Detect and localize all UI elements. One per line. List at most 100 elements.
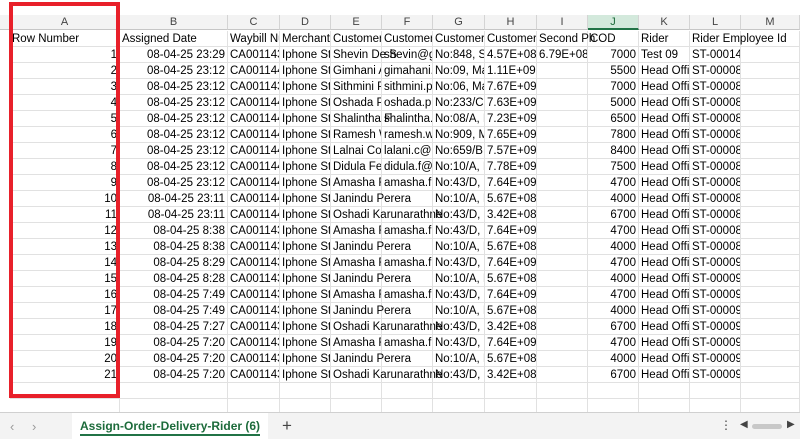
empty-cell[interactable] <box>588 383 639 399</box>
table-cell[interactable]: Amasha F <box>331 175 382 191</box>
table-cell[interactable]: Iphone Sto <box>280 287 331 303</box>
table-cell[interactable]: No:43/D, N <box>433 287 485 303</box>
table-cell[interactable]: CA001143 <box>228 223 280 239</box>
table-cell[interactable]: CA001144 <box>228 63 280 79</box>
table-cell[interactable] <box>537 207 588 223</box>
table-cell[interactable] <box>741 111 800 127</box>
table-cell[interactable]: ramesh.w <box>382 127 433 143</box>
table-cell[interactable]: sithmini.p <box>382 79 433 95</box>
table-cell[interactable]: 08-04-25 23:11 <box>120 191 228 207</box>
table-cell[interactable]: 16 <box>10 287 120 303</box>
table-cell[interactable]: 08-04-25 7:20 <box>120 351 228 367</box>
header-cell-m[interactable] <box>741 31 800 47</box>
table-cell[interactable] <box>741 319 800 335</box>
table-cell[interactable]: ST-00008 <box>690 191 741 207</box>
table-cell[interactable]: 9 <box>10 175 120 191</box>
empty-cell[interactable] <box>280 383 331 399</box>
table-cell[interactable]: 7800 <box>588 127 639 143</box>
table-cell[interactable]: CA001143 <box>228 303 280 319</box>
header-cell-b[interactable]: Assigned Date <box>120 31 228 47</box>
table-cell[interactable]: 4000 <box>588 271 639 287</box>
table-cell[interactable]: No:10/A, N <box>433 303 485 319</box>
table-cell[interactable]: CA001143 <box>228 79 280 95</box>
table-cell[interactable]: No:10/A, N <box>433 271 485 287</box>
table-cell[interactable]: ST-00008 <box>690 143 741 159</box>
table-cell[interactable]: 6.79E+08 <box>537 47 588 63</box>
column-header-e[interactable]: E <box>331 15 382 30</box>
table-cell[interactable]: 7000 <box>588 79 639 95</box>
table-cell[interactable]: ST-00009 <box>690 335 741 351</box>
empty-cell[interactable] <box>228 383 280 399</box>
table-cell[interactable] <box>741 159 800 175</box>
table-cell[interactable]: ST-00008 <box>690 175 741 191</box>
table-cell[interactable]: Head Offic <box>639 111 690 127</box>
table-cell[interactable]: shevin@gm <box>382 47 433 63</box>
table-cell[interactable]: 5 <box>10 111 120 127</box>
table-cell[interactable]: 4000 <box>588 303 639 319</box>
table-cell[interactable]: Sithmini P <box>331 79 382 95</box>
table-cell[interactable]: Amasha F <box>331 335 382 351</box>
table-cell[interactable]: 2 <box>10 63 120 79</box>
table-cell[interactable]: 7.64E+09 <box>485 335 537 351</box>
header-cell-e[interactable]: Customer I <box>331 31 382 47</box>
table-cell[interactable]: Iphone Sto <box>280 159 331 175</box>
table-cell[interactable]: Head Offic <box>639 175 690 191</box>
table-cell[interactable]: CA001143 <box>228 239 280 255</box>
table-cell[interactable]: Oshadi Karunarathne <box>331 319 442 335</box>
table-cell[interactable]: 08-04-25 23:11 <box>120 207 228 223</box>
table-cell[interactable]: Iphone Sto <box>280 319 331 335</box>
table-cell[interactable]: 4700 <box>588 287 639 303</box>
table-cell[interactable]: 08-04-25 23:29 <box>120 47 228 63</box>
table-cell[interactable]: 08-04-25 23:12 <box>120 127 228 143</box>
table-cell[interactable]: No:06, Ma <box>433 79 485 95</box>
table-cell[interactable]: 4700 <box>588 335 639 351</box>
table-cell[interactable]: 4000 <box>588 239 639 255</box>
table-cell[interactable]: Oshada Pi <box>331 95 382 111</box>
header-cell-k[interactable]: Rider <box>639 31 690 47</box>
table-cell[interactable] <box>537 159 588 175</box>
table-cell[interactable] <box>382 303 433 319</box>
table-cell[interactable]: ST-00008 <box>690 239 741 255</box>
table-cell[interactable]: amasha.f@ <box>382 223 433 239</box>
table-cell[interactable]: 08-04-25 8:38 <box>120 239 228 255</box>
table-cell[interactable]: Head Offic <box>639 303 690 319</box>
table-cell[interactable]: No:09, Ma <box>433 63 485 79</box>
table-cell[interactable]: 21 <box>10 367 120 383</box>
table-cell[interactable]: No:659/B, <box>433 143 485 159</box>
table-cell[interactable]: amasha.f@ <box>382 335 433 351</box>
table-cell[interactable]: CA001143 <box>228 47 280 63</box>
table-cell[interactable] <box>537 127 588 143</box>
table-cell[interactable]: ST-00008 <box>690 223 741 239</box>
table-cell[interactable]: Iphone Sto <box>280 127 331 143</box>
table-cell[interactable]: Iphone Sto <box>280 335 331 351</box>
table-cell[interactable]: Iphone Sto <box>280 271 331 287</box>
table-cell[interactable] <box>741 191 800 207</box>
table-cell[interactable]: 08-04-25 7:49 <box>120 303 228 319</box>
table-cell[interactable]: 10 <box>10 191 120 207</box>
table-cell[interactable] <box>537 335 588 351</box>
table-cell[interactable]: 7.63E+09 <box>485 95 537 111</box>
empty-cell[interactable] <box>120 399 228 412</box>
table-cell[interactable]: 08-04-25 8:29 <box>120 255 228 271</box>
table-cell[interactable]: Head Offic <box>639 207 690 223</box>
table-cell[interactable]: Shalintha F <box>331 111 391 127</box>
table-cell[interactable]: No:43/D, N <box>433 319 485 335</box>
table-cell[interactable] <box>741 79 800 95</box>
column-header-i[interactable]: I <box>537 15 588 30</box>
table-cell[interactable]: Iphone Sto <box>280 47 331 63</box>
table-cell[interactable]: CA001144 <box>228 143 280 159</box>
table-cell[interactable]: CA001144 <box>228 175 280 191</box>
table-cell[interactable]: 08-04-25 23:12 <box>120 79 228 95</box>
table-cell[interactable]: 5.67E+08 <box>485 303 537 319</box>
table-cell[interactable] <box>537 111 588 127</box>
table-cell[interactable] <box>382 351 433 367</box>
table-cell[interactable]: 8 <box>10 159 120 175</box>
empty-cell[interactable] <box>485 383 537 399</box>
table-cell[interactable]: CA001144 <box>228 95 280 111</box>
table-cell[interactable] <box>741 303 800 319</box>
table-cell[interactable] <box>741 47 800 63</box>
table-cell[interactable] <box>382 319 433 335</box>
table-cell[interactable]: ST-00008 <box>690 79 741 95</box>
empty-cell[interactable] <box>639 399 690 412</box>
table-cell[interactable]: Head Offic <box>639 63 690 79</box>
